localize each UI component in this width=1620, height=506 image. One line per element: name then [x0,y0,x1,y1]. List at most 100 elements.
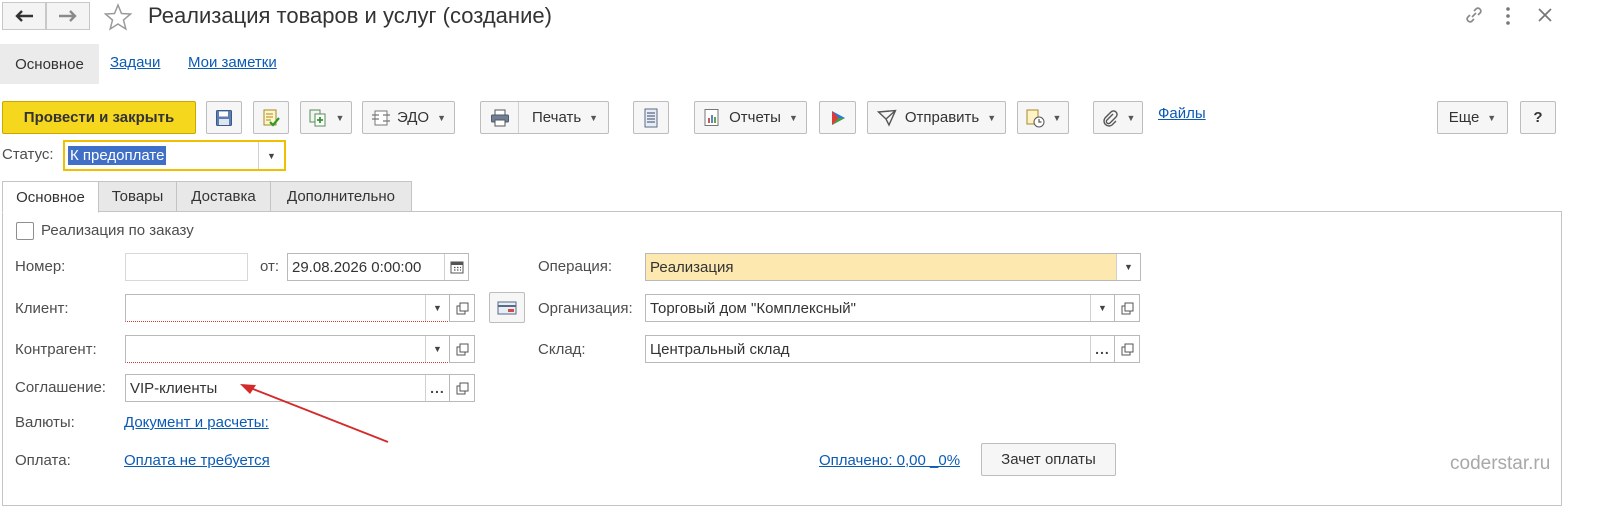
print-label: Печать [532,109,582,126]
close-button[interactable] [1536,6,1554,24]
status-label: Статус: [2,146,54,163]
create-based-on-icon [309,109,326,126]
tab-main-label: Основное [16,188,85,206]
save-button[interactable] [206,101,242,134]
document-clock-icon [1026,109,1045,127]
edo-label: ЭДО [396,109,430,126]
client-field[interactable]: ▼ [125,294,450,322]
arrow-left-icon [15,10,33,22]
status-dropdown-button[interactable]: ▼ [258,142,284,169]
printer-icon [490,109,509,126]
counterparty-dropdown-button[interactable]: ▼ [425,336,449,362]
warehouse-field[interactable]: Центральный склад ... [645,335,1115,363]
chevron-down-icon: ▼ [1098,303,1107,313]
contact-card-icon [497,301,517,314]
agreement-open-button[interactable] [449,374,475,402]
annotation-arrow [240,384,389,443]
help-label: ? [1533,109,1543,126]
paperclip-icon [1102,109,1118,127]
tab-delivery[interactable]: Доставка [176,181,271,212]
tab-goods[interactable]: Товары [98,181,177,212]
attach-button[interactable]: ▼ [1093,101,1143,134]
chevron-down-icon: ▼ [987,112,997,123]
tab-additional[interactable]: Дополнительно [270,181,412,212]
analytics-triangle-icon [831,110,845,125]
client-label: Клиент: [15,300,69,317]
date-field[interactable]: 29.08.2026 0:00:00 [287,253,469,281]
top-tab-tasks[interactable]: Задачи [110,54,160,71]
post-button[interactable] [253,101,289,134]
link-button[interactable] [1463,4,1485,26]
payment-offset-button[interactable]: Зачет оплаты [981,443,1116,476]
organization-value: Торговый дом "Комплексный" [650,299,856,317]
calendar-button[interactable] [444,254,468,280]
number-label: Номер: [15,258,66,275]
status-value: К предоплате [68,146,167,165]
warehouse-label: Склад: [538,341,586,358]
payment-link[interactable]: Оплата не требуется [124,452,270,469]
chevron-down-icon: ▼ [788,112,798,123]
reports-label: Отчеты [729,109,781,126]
analytics-button[interactable] [819,101,856,134]
reports-button[interactable]: Отчеты ▼ [694,101,807,134]
files-link[interactable]: Файлы [1158,105,1206,122]
organization-label: Организация: [538,300,633,317]
warehouse-open-button[interactable] [1114,335,1140,363]
agreement-value: VIP-клиенты [130,379,218,397]
top-tab-main[interactable]: Основное [0,44,99,84]
chevron-down-icon: ▼ [1487,112,1497,123]
number-field[interactable] [125,253,248,281]
chevron-down-icon: ▼ [589,112,599,123]
by-order-checkbox[interactable] [16,222,34,240]
agreement-select-button[interactable]: ... [425,375,449,401]
send-button[interactable]: Отправить ▼ [867,101,1006,134]
payment-label: Оплата: [15,452,71,469]
post-document-icon [263,109,280,127]
operation-value: Реализация [650,258,734,276]
agreement-label: Соглашение: [15,379,106,396]
chevron-down-icon: ▼ [433,303,442,313]
edo-icon [371,110,390,125]
top-tab-notes[interactable]: Мои заметки [188,54,277,71]
chevron-down-icon: ▼ [1126,112,1136,123]
operation-field[interactable]: Реализация ▼ [645,253,1141,281]
client-open-button[interactable] [449,294,475,322]
payment-offset-label: Зачет оплаты [1001,451,1096,468]
organization-field[interactable]: Торговый дом "Комплексный" ▼ [645,294,1115,322]
structure-button[interactable] [633,101,669,134]
open-window-icon [456,302,468,314]
operation-label: Операция: [538,258,613,275]
help-button[interactable]: ? [1520,101,1556,134]
create-based-on-button[interactable]: ▼ [300,101,352,134]
tab-additional-label: Дополнительно [287,188,395,205]
favorite-star-button[interactable] [103,3,133,31]
counterparty-open-button[interactable] [449,335,475,363]
history-button[interactable]: ▼ [1017,101,1069,134]
date-label: от: [260,258,280,275]
open-window-icon [1121,302,1133,314]
edo-button[interactable]: ЭДО ▼ [362,101,455,134]
chevron-down-icon: ▼ [437,112,447,123]
tab-main[interactable]: Основное [2,181,99,213]
forward-button[interactable] [46,2,90,30]
tab-delivery-label: Доставка [191,188,256,205]
operation-dropdown-button[interactable]: ▼ [1116,254,1140,280]
organization-dropdown-button[interactable]: ▼ [1090,295,1114,321]
client-card-button[interactable] [489,292,525,323]
print-button[interactable]: Печать ▼ [480,101,609,134]
post-and-close-button[interactable]: Провести и закрыть [2,101,196,134]
calendar-icon [450,261,463,274]
warehouse-select-button[interactable]: ... [1090,336,1114,362]
paid-link[interactable]: Оплачено: 0,00 _0% [819,452,960,469]
organization-open-button[interactable] [1114,294,1140,322]
status-select[interactable]: К предоплате ▼ [63,140,286,171]
back-button[interactable] [2,2,46,30]
client-dropdown-button[interactable]: ▼ [425,295,449,321]
chevron-down-icon: ▼ [1052,112,1062,123]
counterparty-field[interactable]: ▼ [125,335,450,363]
more-button[interactable]: Еще ▼ [1437,101,1508,134]
open-window-icon [456,343,468,355]
chevron-down-icon: ▼ [433,344,442,354]
reports-icon [704,108,719,126]
more-window-button[interactable] [1503,6,1513,26]
